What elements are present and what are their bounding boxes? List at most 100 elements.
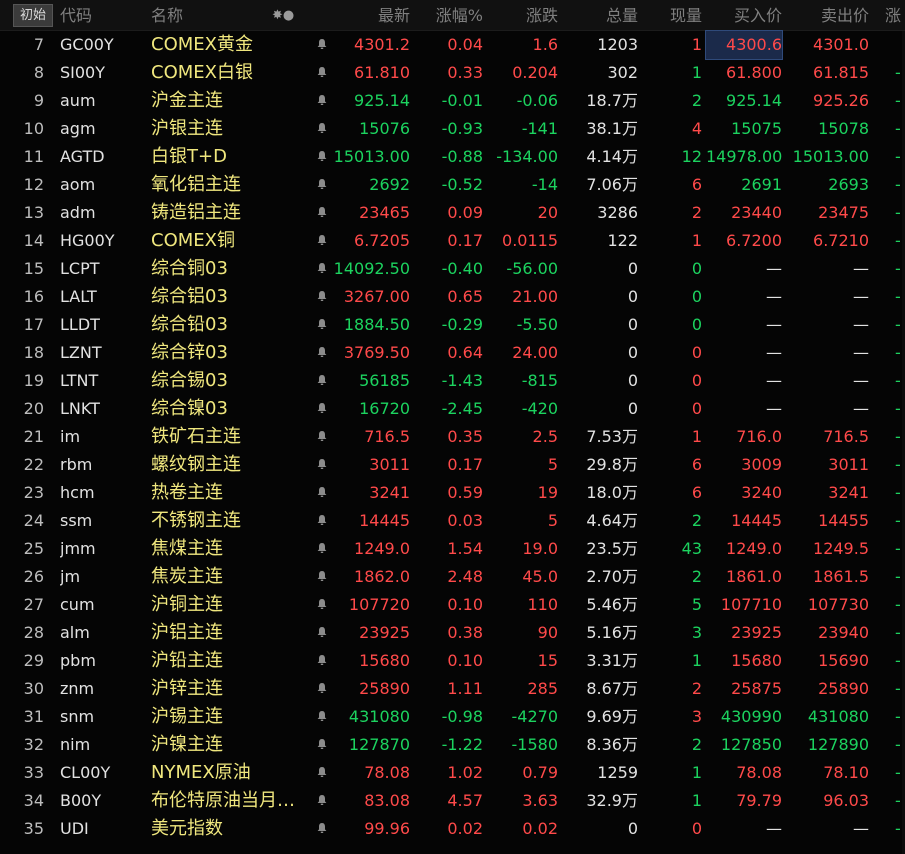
- bell-icon[interactable]: [313, 815, 331, 843]
- bell-icon[interactable]: [313, 395, 331, 423]
- bell-icon[interactable]: [313, 227, 331, 255]
- bid-price[interactable]: 23925: [706, 619, 782, 647]
- table-row[interactable]: 32 nim 沪镍主连 127870 -1.22 -1580 8.36万 2 127850 127…: [0, 731, 905, 759]
- bell-icon[interactable]: [313, 171, 331, 199]
- bid-price[interactable]: 79.79: [706, 787, 782, 815]
- bid-price[interactable]: 925.14: [706, 87, 782, 115]
- table-row[interactable]: 14 HG00Y COMEX铜 6.7205 0.17 0.0115 122 1 6.7200 6…: [0, 227, 905, 255]
- bid-price[interactable]: 716.0: [706, 423, 782, 451]
- table-row[interactable]: 18 LZNT 综合锌03 3769.50 0.64 24.00 0 0— — -: [0, 339, 905, 367]
- bid-price[interactable]: 127850: [706, 731, 782, 759]
- change-percent: 0.17: [447, 231, 483, 250]
- reset-button[interactable]: 初始: [13, 4, 53, 27]
- bell-icon[interactable]: [313, 479, 331, 507]
- bell-icon[interactable]: [313, 311, 331, 339]
- table-row[interactable]: 35 UDI 美元指数 99.96 0.02 0.02 0 0— — -: [0, 815, 905, 843]
- bell-icon[interactable]: [313, 507, 331, 535]
- bid-price[interactable]: 4300.6: [705, 30, 783, 60]
- bid-price[interactable]: 14978.00: [706, 143, 782, 171]
- bell-icon[interactable]: [313, 647, 331, 675]
- table-row[interactable]: 13 adm 铸造铝主连 23465 0.09 20 3286 2 23440 23475-: [0, 199, 905, 227]
- table-row[interactable]: 15 LCPT 综合铜03 14092.50 -0.40 -56.00 0 0— — -: [0, 255, 905, 283]
- bid-price[interactable]: 25875: [706, 675, 782, 703]
- col-header-now[interactable]: 现量: [640, 3, 702, 29]
- table-row[interactable]: 12 aom 氧化铝主连 2692 -0.52 -14 7.06万 6 2691 2693-: [0, 171, 905, 199]
- table-row[interactable]: 29 pbm 沪铅主连 15680 0.10 15 3.31万 1 15680 15690-: [0, 647, 905, 675]
- bell-icon[interactable]: [313, 591, 331, 619]
- col-header-ext[interactable]: 涨: [885, 3, 901, 29]
- table-row[interactable]: 31 snm 沪锡主连 431080 -0.98 -4270 9.69万 3 430990 431…: [0, 703, 905, 731]
- bid-price[interactable]: 78.08: [706, 759, 782, 787]
- bell-icon[interactable]: [313, 703, 331, 731]
- bid-price[interactable]: —: [706, 815, 782, 843]
- settings-icons[interactable]: ✸●: [272, 3, 294, 29]
- bid-price[interactable]: 1249.0: [706, 535, 782, 563]
- table-row[interactable]: 30 znm 沪锌主连 25890 1.11 285 8.67万 2 25875 25890-: [0, 675, 905, 703]
- col-header-last[interactable]: 最新: [330, 3, 410, 29]
- bell-icon[interactable]: [313, 619, 331, 647]
- bell-icon[interactable]: [313, 283, 331, 311]
- table-row[interactable]: 24 ssm 不锈钢主连 14445 0.03 5 4.64万 2 14445 14455-: [0, 507, 905, 535]
- table-row[interactable]: 22 rbm 螺纹钢主连 3011 0.17 5 29.8万 6 3009 3011-: [0, 451, 905, 479]
- table-row[interactable]: 27 cum 沪铜主连 107720 0.10 110 5.46万 5 107710 107730…: [0, 591, 905, 619]
- bell-icon[interactable]: [313, 423, 331, 451]
- col-header-chg[interactable]: 涨跌: [484, 3, 558, 29]
- bell-icon[interactable]: [313, 87, 331, 115]
- bell-icon[interactable]: [313, 143, 331, 171]
- bell-icon[interactable]: [313, 367, 331, 395]
- col-header-vol[interactable]: 总量: [560, 3, 638, 29]
- bell-icon[interactable]: [313, 115, 331, 143]
- col-header-code[interactable]: 代码: [60, 3, 92, 29]
- col-header-pct[interactable]: 涨幅%: [415, 3, 483, 29]
- bell-icon[interactable]: [313, 563, 331, 591]
- bell-icon[interactable]: [313, 759, 331, 787]
- table-row[interactable]: 26 jm 焦炭主连 1862.0 2.48 45.0 2.70万 2 1861.0 1861.5…: [0, 563, 905, 591]
- bell-icon[interactable]: [313, 675, 331, 703]
- col-header-bid[interactable]: 买入价: [706, 3, 782, 29]
- bell-icon[interactable]: [313, 59, 331, 87]
- table-row[interactable]: 17 LLDT 综合铅03 1884.50 -0.29 -5.50 0 0— — -: [0, 311, 905, 339]
- col-header-name[interactable]: 名称: [151, 3, 183, 29]
- bell-icon[interactable]: [313, 535, 331, 563]
- bell-icon[interactable]: [313, 31, 331, 59]
- bid-price[interactable]: 2691: [706, 171, 782, 199]
- table-row[interactable]: 19 LTNT 综合锡03 56185 -1.43 -815 0 0— — -: [0, 367, 905, 395]
- bid-price[interactable]: 430990: [706, 703, 782, 731]
- bid-price[interactable]: 15680: [706, 647, 782, 675]
- bell-icon[interactable]: [313, 451, 331, 479]
- col-header-ask[interactable]: 卖出价: [785, 3, 869, 29]
- bid-price[interactable]: 3240: [706, 479, 782, 507]
- table-row[interactable]: 21 im 铁矿石主连 716.5 0.35 2.5 7.53万 1 716.0 716.5-: [0, 423, 905, 451]
- table-row[interactable]: 28 alm 沪铝主连 23925 0.38 90 5.16万 3 23925 23940-: [0, 619, 905, 647]
- bell-icon[interactable]: [313, 199, 331, 227]
- bell-icon[interactable]: [313, 787, 331, 815]
- bid-price[interactable]: 3009: [706, 451, 782, 479]
- bid-price[interactable]: —: [706, 367, 782, 395]
- bid-price[interactable]: 61.800: [706, 59, 782, 87]
- table-row[interactable]: 11 AGTD 白银T+D 15013.00 -0.88 -134.00 4.14万 12 14…: [0, 143, 905, 171]
- bid-price[interactable]: 23440: [706, 199, 782, 227]
- table-row[interactable]: 10 agm 沪银主连 15076 -0.93 -141 38.1万 4 15075 15078-: [0, 115, 905, 143]
- bid-price[interactable]: —: [706, 395, 782, 423]
- table-row[interactable]: 9 aum 沪金主连 925.14 -0.01 -0.06 18.7万 2 925.14 925.…: [0, 87, 905, 115]
- bid-price[interactable]: —: [706, 339, 782, 367]
- table-row[interactable]: 7 GC00Y COMEX黄金 4301.2 0.04 1.6 1203 1 4300.6 430…: [0, 30, 905, 60]
- table-row[interactable]: 16 LALT 综合铝03 3267.00 0.65 21.00 0 0— — -: [0, 283, 905, 311]
- table-row[interactable]: 33 CL00Y NYMEX原油 78.08 1.02 0.79 1259 1 78.08 78.…: [0, 759, 905, 787]
- bell-icon[interactable]: [313, 255, 331, 283]
- bid-price[interactable]: 1861.0: [706, 563, 782, 591]
- bid-price[interactable]: —: [706, 283, 782, 311]
- table-row[interactable]: 8 SI00Y COMEX白银 61.810 0.33 0.204 302 1 61.800 61…: [0, 59, 905, 87]
- table-row[interactable]: 20 LNKT 综合镍03 16720 -2.45 -420 0 0— — -: [0, 395, 905, 423]
- table-row[interactable]: 25 jmm 焦煤主连 1249.0 1.54 19.0 23.5万 43 1249.0 1249…: [0, 535, 905, 563]
- bell-icon[interactable]: [313, 339, 331, 367]
- table-row[interactable]: 34 B00Y 布伦特原油当月… 83.08 4.57 3.63 32.9万 1 79.79 96…: [0, 787, 905, 815]
- bid-price[interactable]: —: [706, 255, 782, 283]
- bid-price[interactable]: 14445: [706, 507, 782, 535]
- bid-price[interactable]: 107710: [706, 591, 782, 619]
- bid-price[interactable]: —: [706, 311, 782, 339]
- bid-price[interactable]: 6.7200: [706, 227, 782, 255]
- table-row[interactable]: 23 hcm 热卷主连 3241 0.59 19 18.0万 6 3240 3241-: [0, 479, 905, 507]
- bid-price[interactable]: 15075: [706, 115, 782, 143]
- bell-icon[interactable]: [313, 731, 331, 759]
